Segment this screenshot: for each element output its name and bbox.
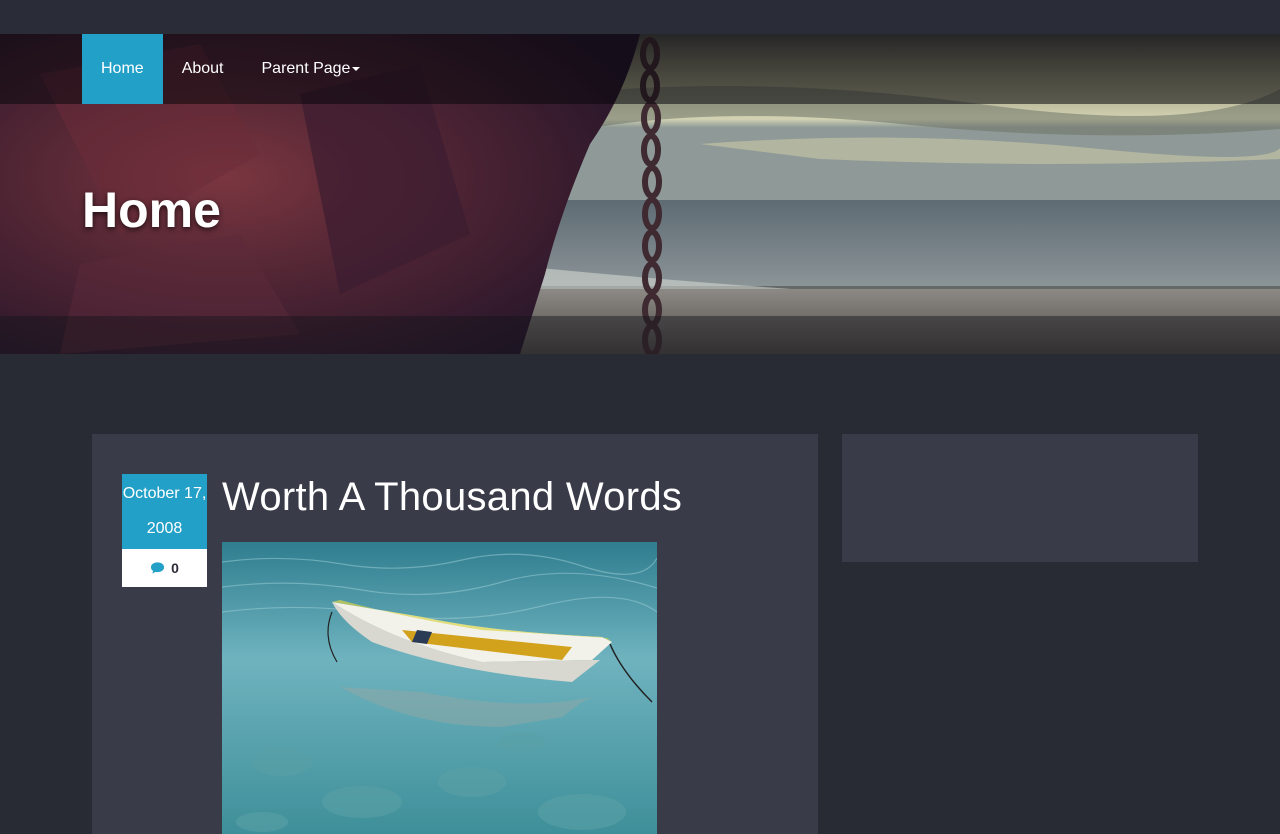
comment-icon bbox=[151, 562, 165, 574]
post-featured-image[interactable] bbox=[222, 542, 657, 834]
nav-item-label: About bbox=[181, 60, 224, 77]
post-date-month-day: October 17, bbox=[122, 485, 207, 502]
banner-bottom-band bbox=[0, 316, 1280, 354]
sidebar-widget bbox=[842, 434, 1198, 562]
post-card: October 17, 2008 0 Worth A Thousand Word… bbox=[92, 434, 818, 834]
nav-item-home[interactable]: Home bbox=[82, 34, 163, 104]
post-date[interactable]: October 17, 2008 bbox=[122, 474, 207, 549]
post-date-year: 2008 bbox=[146, 520, 183, 537]
post-date-box: October 17, 2008 0 bbox=[122, 474, 207, 587]
caret-down-icon bbox=[352, 67, 361, 71]
nav-item-parent-page[interactable]: Parent Page bbox=[243, 34, 380, 104]
post-title[interactable]: Worth A Thousand Words bbox=[222, 474, 682, 520]
boat-image bbox=[222, 542, 657, 834]
main-navigation: Home About Parent Page bbox=[0, 34, 1280, 104]
top-strip bbox=[0, 0, 1280, 34]
nav-menu: Home About Parent Page bbox=[82, 34, 379, 104]
comment-count: 0 bbox=[171, 560, 179, 576]
nav-item-label: Home bbox=[101, 60, 144, 77]
nav-item-about[interactable]: About bbox=[163, 34, 243, 104]
comments-link[interactable]: 0 bbox=[122, 549, 207, 587]
page-title: Home bbox=[82, 182, 221, 238]
nav-item-label: Parent Page bbox=[261, 60, 351, 77]
